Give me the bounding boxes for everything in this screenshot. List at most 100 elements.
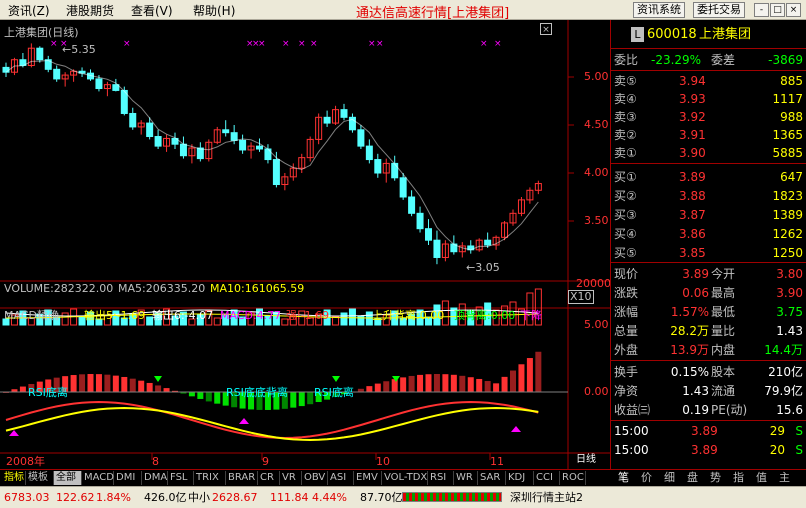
menu-view[interactable]: 查看(V) [131,2,173,19]
chart-canvas[interactable]: × × × ××× × × × × × × × [0,20,610,469]
status-bar: 6783.03 122.62 1.84% 426.0亿 中小 2628.67 1… [0,486,806,508]
fund-label: 换手 [614,365,639,379]
menu-news[interactable]: 资讯(Z) [8,2,50,19]
indicator-tab[interactable]: RSI [428,471,454,485]
tick-side: S [795,443,803,457]
date-label: 11 [490,455,504,468]
bid-volume: 1389 [772,208,803,222]
indicator-tab[interactable]: DMA [142,471,168,485]
stock-name: 上港集团 [699,27,752,42]
signal-marker: × [480,39,488,49]
panel-tab[interactable]: 势 [710,471,721,485]
indicator-tab[interactable]: 模板 [26,471,54,485]
ask-price: 3.94 [679,74,706,88]
panel-tab[interactable]: 指 [733,471,744,485]
indicator-tab[interactable]: ROC [560,471,586,485]
macd-bar [425,374,432,392]
stat-row: 涨幅 1.57% 最低 3.75 [611,303,806,321]
bid-label: 买① [614,170,637,184]
menu-help[interactable]: 帮助(H) [193,2,235,19]
app-title: 通达信高速行情[上港集团] [356,6,510,21]
signal-marker: × [123,39,131,49]
indicator-tab[interactable]: CR [258,471,280,485]
bid-price: 3.85 [679,246,706,260]
panel-tab[interactable]: 值 [756,471,767,485]
tick-row: 15:00 3.89 20 S [611,441,806,459]
stat-label: 最高 [711,286,736,300]
panel-tab[interactable]: 笔 [618,471,629,485]
indicator-tab[interactable]: VR [280,471,302,485]
indicator-tab[interactable]: BRAR [226,471,258,485]
ask-label: 卖② [614,128,637,142]
candle-body [36,47,44,61]
candle-body [484,239,492,246]
tick-volume: 20 [769,443,785,457]
stock-code: 600018 [647,27,697,42]
panel-tab-bar: 笔价细盘势指值主 [610,469,806,485]
indicator-tab[interactable]: KDJ [506,471,534,485]
trade-button[interactable]: 委托交易 [693,2,745,18]
date-label: 2008年 [6,455,45,468]
macd-bar [104,374,111,392]
macd-output6: 输出6:-4.07 [152,309,214,322]
panel-tab[interactable]: 细 [664,471,675,485]
rsi-annotation: RSI底离 [28,386,68,399]
indicator-tab[interactable]: 全部 [54,471,82,485]
panel-tab[interactable]: 价 [641,471,652,485]
date-label: 10 [376,455,390,468]
rise-divergence: 上升背离:0.00 [372,309,445,322]
indicator-tab[interactable]: SAR [478,471,506,485]
indicator-tab[interactable]: EMV [354,471,382,485]
macd-bar [383,381,390,392]
indicator-tab[interactable]: 指标 [2,471,26,485]
indicator-tab[interactable]: ASI [328,471,354,485]
maximize-icon[interactable]: □ [770,3,785,17]
indicator-tab[interactable]: TRIX [194,471,226,485]
minimize-icon[interactable]: - [754,3,769,17]
candle-body [179,143,187,157]
macd-bar [400,377,407,392]
bid-volume: 1823 [772,189,803,203]
kline-chart-area[interactable]: × × × × × × × × × × × × × 上港集团(日线) × ←5.35 ←3.05 5.0… [0,20,611,469]
ask-price: 3.93 [679,92,706,106]
fund-label: 收益㈢ [614,403,651,417]
news-system-button[interactable]: 资讯系统 [633,2,685,18]
indicator-tab[interactable]: CCI [534,471,560,485]
indicator-tab[interactable]: OBV [302,471,328,485]
ask-row: 卖② 3.91 1365 [611,126,806,144]
macd-bar [155,385,162,392]
macd-bar [95,374,102,392]
indicator-tab[interactable]: WR [454,471,478,485]
candle-body [53,68,61,80]
stat-value: 1.57% [670,305,709,319]
panel-tab[interactable]: 盘 [687,471,698,485]
chart-close-icon[interactable]: × [540,23,552,35]
sme-change: 111.84 [270,491,309,504]
price-axis-label: 3.50 [584,214,609,227]
fund-value: 210亿 [768,365,803,379]
period-label[interactable]: 日线 [574,453,598,465]
stat-value: 0.06 [682,286,709,300]
indicator-tab[interactable]: FSL [168,471,194,485]
ask-label: 卖④ [614,92,637,106]
menu-hk-futures[interactable]: 港股期货 [66,2,114,19]
indicator-tab[interactable]: MACD [82,471,114,485]
bid-label: 买⑤ [614,246,637,260]
bid-volume: 1250 [772,246,803,260]
indicator-tab-bar: 指标 模板 全部 MACD DMI DMA FSL TRIX BRAR CR VR OBV ASI EMV… [0,469,610,485]
macd-bar [408,375,415,392]
volume-label: VOLUME:282322.00 [4,282,114,295]
fund-value: 0.19 [682,403,709,417]
panel-tab[interactable]: 主 [779,471,790,485]
candle-body [239,139,247,151]
indicator-tab[interactable]: VOL-TDX [382,471,428,485]
indicator-tab[interactable]: DMI [114,471,142,485]
stat-label: 量比 [711,324,736,338]
close-icon[interactable]: × [786,3,801,17]
macd-bar [535,351,542,392]
bid-price: 3.86 [679,227,706,241]
fund-value: 0.15% [670,365,709,379]
stat-value: 3.75 [776,305,803,319]
signal-marker: × [376,39,384,49]
sh-index: 6783.03 [4,491,50,504]
